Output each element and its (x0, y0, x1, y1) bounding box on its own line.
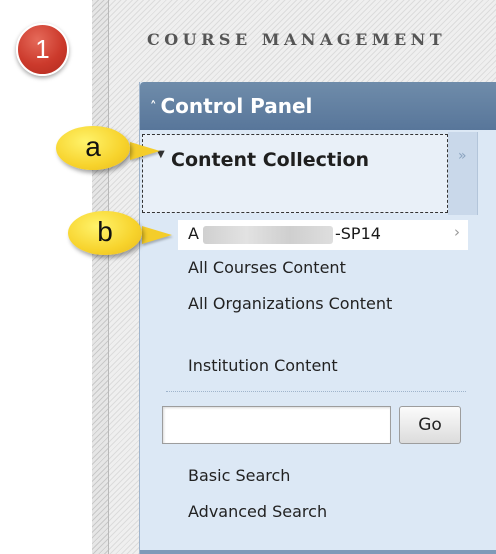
control-panel-header[interactable]: ˄ Control Panel (140, 82, 496, 130)
all-organizations-content-link[interactable]: All Organizations Content (188, 292, 408, 316)
callout-a: a (56, 126, 130, 170)
panel-bottom-border (140, 550, 496, 554)
all-courses-content-link[interactable]: All Courses Content (188, 256, 346, 280)
search-input[interactable] (162, 406, 391, 444)
control-panel-title: Control Panel (160, 94, 313, 118)
callout-b: b (68, 211, 142, 255)
divider (166, 391, 466, 392)
content-collection-side-toggle[interactable]: » (448, 132, 478, 215)
double-chevron-right-icon: » (458, 148, 467, 164)
advanced-search-link[interactable]: Advanced Search (188, 500, 327, 524)
step-number-badge: 1 (16, 23, 69, 76)
course-content-item[interactable]: A -SP14 › (178, 220, 468, 250)
course-name-start: A (188, 224, 199, 243)
callout-b-pointer (142, 226, 172, 244)
callout-a-pointer (130, 142, 160, 160)
course-name-end: -SP14 (335, 224, 381, 243)
go-button[interactable]: Go (399, 406, 461, 444)
content-collection-item[interactable]: ▼ Content Collection (142, 134, 448, 213)
collapse-chevron-icon[interactable]: ˄ (150, 100, 157, 115)
section-title: COURSE MANAGEMENT (147, 30, 447, 49)
content-collection-label: Content Collection (171, 149, 370, 171)
institution-content-link[interactable]: Institution Content (188, 354, 338, 378)
control-panel: ˄ Control Panel ▼ Content Collection » A … (139, 82, 496, 554)
redacted-course-name (203, 226, 333, 244)
hatched-divider-strip (92, 0, 109, 554)
left-gutter (0, 0, 92, 554)
basic-search-link[interactable]: Basic Search (188, 464, 290, 488)
chevron-right-icon: › (454, 223, 460, 241)
